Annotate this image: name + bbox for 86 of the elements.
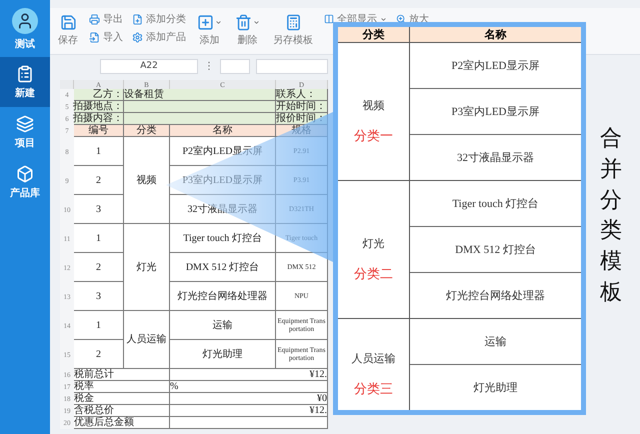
printer-icon (89, 14, 100, 24)
table-cell: 2 (74, 253, 124, 282)
clipboard-icon (16, 65, 34, 83)
caption: 合并分类模板 (600, 125, 622, 307)
toolbar-button[interactable]: 添加产品 (132, 30, 186, 44)
file-plus-icon (132, 14, 143, 24)
user-icon (16, 12, 34, 30)
columns-icon (324, 14, 334, 24)
toolbar-button[interactable]: 另存模板 (271, 12, 315, 49)
column-heading: 分类 (124, 125, 170, 137)
table-cell: 开始时间： (276, 101, 328, 113)
table-cell: 3 (74, 195, 124, 224)
table-cell: 优惠后总金额 (74, 417, 170, 429)
table-cell: DMX 512 灯控台 (170, 253, 276, 282)
table-cell: 3 (74, 282, 124, 311)
table-cell: 含税总价 (74, 405, 170, 417)
sidebar-item[interactable]: 产品库 (0, 157, 50, 207)
column-heading: 名称 (484, 28, 508, 42)
table-cell: 2 (74, 340, 124, 369)
table-cell-text: 灯光助理 (472, 380, 518, 396)
sidebar-item[interactable]: 新建 (0, 57, 50, 107)
category-tag: 分类二 (354, 264, 393, 283)
table-cell: DMX 512 灯控台 (410, 226, 581, 273)
table-cell: ¥12. (170, 369, 328, 381)
user-name: 测试 (15, 38, 35, 51)
table-cell: 税金 (74, 393, 170, 405)
category-label: 灯光 (362, 236, 384, 251)
table-cell: ¥12. (170, 405, 328, 417)
caret-icon (215, 19, 222, 26)
category-label: 人员运输 (352, 352, 396, 366)
trash-icon (235, 14, 252, 31)
table-cell: 运输 (170, 311, 276, 340)
cell-reference-field[interactable]: A22 (100, 58, 198, 74)
save-icon (60, 14, 76, 31)
toolbar-button[interactable]: 添加分类 (132, 12, 186, 26)
input-field[interactable] (220, 58, 250, 74)
table-cell: 灯光控台网络处理器 (170, 282, 276, 311)
table-cell: 拍摄地点： (74, 101, 124, 113)
toolbar-button[interactable]: 添加 (195, 12, 224, 49)
caret-icon (380, 16, 387, 22)
table-cell: 税前总计 (74, 369, 170, 381)
table-cell: 联系人： (276, 89, 328, 101)
category-tag: 分类一 (354, 126, 393, 145)
calculator-icon (284, 14, 302, 31)
category-label: 视频 (362, 98, 384, 113)
table-cell: % (170, 381, 328, 393)
table-cell: 视频 (124, 137, 170, 224)
table-cell: Tiger touch 灯控台 (170, 224, 276, 253)
import-icon (89, 32, 100, 42)
zoom-in-icon (396, 14, 406, 24)
table-cell: 灯光 (124, 224, 170, 311)
toolbar-button[interactable]: 导出 (89, 12, 123, 26)
table-cell: 灯光助理 (170, 340, 276, 369)
table-cell: 1 (74, 224, 124, 253)
column-heading: 编号 (74, 125, 124, 137)
select-all-corner[interactable] (60, 80, 74, 89)
table-cell: 税率 (74, 381, 170, 393)
category-tag: 分类三 (354, 380, 393, 398)
toolbar-button[interactable]: 导入 (89, 30, 123, 44)
table-cell: 运输 (410, 318, 581, 365)
table-cell: 拍摄内容： (74, 113, 124, 125)
table-cell: P2室内LED显示屏 (410, 43, 581, 89)
table-cell: 设备租赁 (124, 89, 276, 101)
separator-mark: ⋮ (204, 60, 214, 72)
table-cell-text: 灯光控台网络处理器 (445, 288, 546, 304)
table-cell: ¥0 (170, 393, 328, 405)
toolbar-button[interactable]: 删除 (233, 12, 262, 49)
table-cell: 乙方： (74, 89, 124, 101)
sidebar-item[interactable]: 项目 (0, 107, 50, 157)
column-heading: 名称 (170, 125, 276, 137)
avatar[interactable] (12, 8, 38, 34)
formula-field[interactable] (256, 58, 328, 74)
caret-icon (253, 19, 260, 26)
table-cell: 人员运输 (124, 311, 170, 369)
table-cell: Tiger touch 灯控台 (410, 180, 581, 227)
table-cell: 1 (74, 311, 124, 340)
column-heading: 分类 (338, 27, 410, 42)
toolbar-button[interactable]: 保存 (56, 12, 80, 49)
table-cell-text: 32寸液晶显示器 (456, 150, 535, 166)
box-icon (16, 165, 34, 183)
gear-icon (132, 32, 143, 42)
table-cell: 2 (74, 166, 124, 195)
plus-square-icon (197, 14, 214, 31)
table-cell: P3室内LED显示屏 (410, 88, 581, 135)
layers-icon (16, 115, 34, 133)
table-cell: 1 (74, 137, 124, 166)
